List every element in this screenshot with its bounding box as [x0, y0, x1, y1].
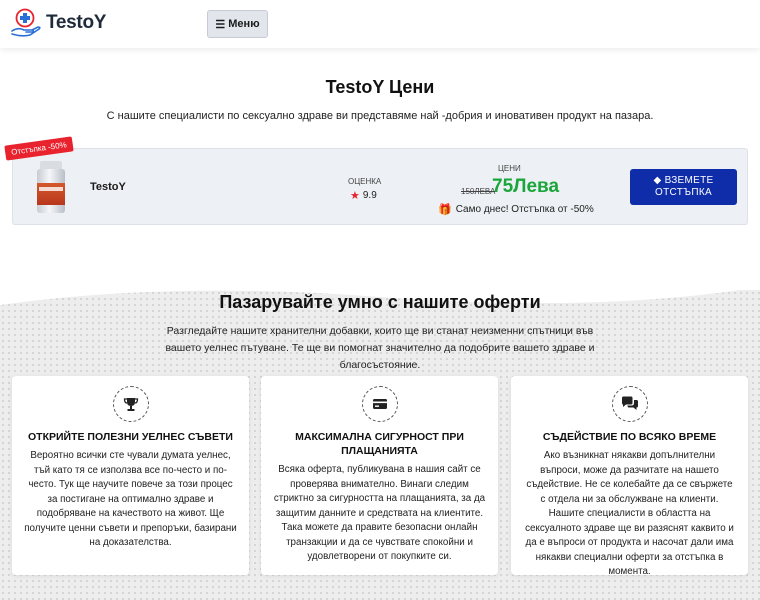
get-discount-button[interactable]: ◆ ВЗЕМЕТЕ ОТСТЪПКА	[630, 169, 737, 205]
offers-text: Разгледайте нашите хранителни добавки, к…	[165, 325, 595, 371]
feature-card-support: СЪДЕЙСТВИЕ ПО ВСЯКО ВРЕМЕ Ако възникнат …	[511, 376, 748, 577]
rating-label: ОЦЕНКА	[348, 177, 382, 186]
product-card: TestoY ОЦЕНКА ★ 9.9 ЦЕНИ 150ЛЕВА 75Лева …	[12, 148, 748, 225]
feature-title: СЪДЕЙСТВИЕ ПО ВСЯКО ВРЕМЕ	[542, 431, 717, 443]
star-icon: ★	[350, 190, 360, 202]
hamburger-icon: ☰	[215, 18, 226, 31]
rating-value: 9.9	[362, 190, 377, 201]
logo-text: TestoY	[46, 12, 107, 33]
feature-text: Ако възникнат някакви допълнителни въпро…	[525, 450, 734, 577]
page-title: TestoY Цени	[325, 77, 435, 97]
feature-card-security: МАКСИМАЛНА СИГУРНОСТ ПРИ ПЛАЩАНИЯТА Всяк…	[261, 376, 498, 575]
feature-card-tips: ОТКРИЙТЕ ПОЛЕЗНИ УЕЛНЕС СЪВЕТИ Вероятно …	[12, 376, 249, 575]
logo[interactable]: TestoY	[10, 7, 106, 39]
trophy-icon	[113, 386, 149, 422]
tag-icon: ◆	[653, 175, 662, 186]
credit-card-icon	[362, 386, 398, 422]
site-header: TestoY ☰ Меню	[0, 0, 760, 48]
feature-title: ОТКРИЙТЕ ПОЛЕЗНИ УЕЛНЕС СЪВЕТИ	[28, 431, 233, 443]
gift-icon: 🎁	[438, 204, 452, 216]
rating: ★ 9.9	[350, 189, 377, 202]
feature-title: МАКСИМАЛНА СИГУРНОСТ ПРИ ПЛАЩАНИЯТА	[295, 431, 464, 457]
menu-label: Меню	[228, 18, 260, 30]
cta-line2: ОТСТЪПКА	[655, 187, 712, 198]
logo-hand-cross-icon	[11, 8, 41, 37]
feature-text: Всяка оферта, публикувана в нашия сайт с…	[273, 464, 486, 562]
feature-text: Вероятно всички сте чували думата уелнес…	[24, 450, 237, 548]
cta-line1: ◆ ВЗЕМЕТЕ	[653, 175, 714, 186]
product-name: TestoY	[90, 181, 126, 193]
chat-icon	[612, 386, 648, 422]
deal-label: Само днес! Отстъпка от -50%	[455, 204, 594, 215]
price-label: ЦЕНИ	[498, 164, 521, 173]
old-price: 150ЛЕВА	[461, 187, 496, 196]
page-subtitle: С нашите специалисти по сексуално здраве…	[106, 110, 654, 122]
new-price: 75Лева	[492, 176, 560, 197]
menu-button[interactable]: ☰ Меню	[207, 10, 268, 38]
product-image	[37, 161, 65, 213]
offers-title: Пазарувайте умно с нашите оферти	[219, 292, 541, 312]
deal-text: 🎁 Само днес! Отстъпка от -50%	[438, 203, 594, 216]
